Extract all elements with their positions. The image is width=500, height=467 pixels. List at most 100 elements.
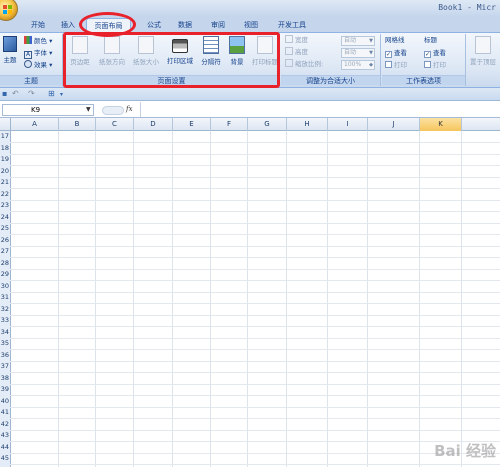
row-header-27[interactable]: 27 (0, 247, 10, 256)
column-header-i[interactable]: I (328, 118, 368, 131)
orientation-button[interactable]: 纸张方向 (96, 36, 128, 66)
headings-heading: 标题 (424, 36, 437, 44)
gridlines-view-checkbox[interactable]: ✓ 查看 (385, 48, 407, 59)
row-gridline (10, 211, 500, 212)
colors-button[interactable]: 颜色 ▾ (24, 36, 52, 47)
row-gridline (10, 280, 500, 281)
column-header-c[interactable]: C (96, 118, 134, 131)
sheet-options-group: 网格线 标题 ✓ 查看 ✓ 查看 打印 打印 工作表选项 (382, 34, 466, 86)
redo-icon[interactable]: ↷ (28, 89, 35, 98)
worksheet-grid[interactable]: ABCDEFGHIJK Bai 经验 17 18 19 20 21 22 23 24 25 26 2… (0, 118, 500, 467)
row-header-43[interactable]: 43 (0, 431, 10, 440)
row-header-42[interactable]: 42 (0, 419, 10, 429)
themes-icon (3, 36, 17, 52)
row-header-30[interactable]: 30 (0, 281, 10, 291)
margins-button[interactable]: 页边距 (66, 36, 94, 66)
row-header-28[interactable]: 28 (0, 258, 10, 268)
row-header-24[interactable]: 24 (0, 212, 10, 222)
breaks-button[interactable]: 分隔符 (197, 36, 225, 66)
row-gridline (10, 176, 500, 178)
row-gridline (10, 395, 500, 396)
name-box-dropdown-icon[interactable]: ▼ (86, 106, 91, 113)
window-title: Book1 - Micr (438, 3, 496, 12)
checkbox-icon (424, 61, 431, 68)
tab-data[interactable]: 数据 (173, 18, 197, 33)
orientation-label: 纸张方向 (99, 58, 125, 66)
breaks-label: 分隔符 (201, 58, 221, 66)
row-header-41[interactable]: 41 (0, 408, 10, 417)
undo-icon[interactable]: ↶ (12, 89, 19, 98)
row-header-45[interactable]: 45 (0, 454, 10, 463)
effects-button[interactable]: 效果 ▾ (24, 60, 52, 71)
row-header-29[interactable]: 29 (0, 270, 10, 279)
row-header-39[interactable]: 39 (0, 385, 10, 394)
row-header-18[interactable]: 18 (0, 143, 10, 153)
row-header-20[interactable]: 20 (0, 166, 10, 176)
row-header-32[interactable]: 32 (0, 304, 10, 314)
tab-insert[interactable]: 插入 (56, 18, 80, 33)
row-header-35[interactable]: 35 (0, 339, 10, 348)
size-button[interactable]: 纸张大小 (130, 36, 162, 66)
column-header-f[interactable]: F (211, 118, 248, 131)
row-header-22[interactable]: 22 (0, 189, 10, 199)
row-header-36[interactable]: 36 (0, 350, 10, 360)
column-header-a[interactable]: A (11, 118, 59, 131)
row-header-38[interactable]: 38 (0, 373, 10, 383)
formula-input[interactable] (140, 102, 500, 117)
headings-print-checkbox[interactable]: 打印 (424, 60, 446, 71)
tab-home[interactable]: 开始 (26, 18, 50, 33)
column-header-d[interactable]: D (134, 118, 173, 131)
chevron-down-icon: ▼ (369, 50, 373, 56)
tab-formulas[interactable]: 公式 (142, 18, 166, 33)
width-select[interactable]: 自动 ▼ (341, 36, 375, 46)
row-header-17[interactable]: 17 (0, 132, 10, 141)
row-gridline (10, 291, 500, 293)
row-header-31[interactable]: 31 (0, 293, 10, 302)
row-header-25[interactable]: 25 (0, 224, 10, 233)
themes-button[interactable]: 主题 (0, 36, 20, 64)
fonts-button[interactable]: A 字体 ▾ (24, 48, 52, 59)
row-gridline (10, 222, 500, 224)
qat-customize-icon[interactable]: ▾ (60, 91, 63, 98)
tab-view[interactable]: 视图 (239, 18, 263, 33)
print-area-button[interactable]: 打印区域 (164, 36, 196, 65)
column-header-j[interactable]: J (368, 118, 420, 131)
print-titles-button[interactable]: 打印标题 (250, 36, 280, 66)
insert-function-button[interactable]: fx (126, 105, 133, 113)
print-titles-icon (257, 36, 273, 54)
height-select[interactable]: 自动 ▼ (341, 48, 375, 58)
background-image-icon (229, 36, 245, 54)
headings-view-checkbox[interactable]: ✓ 查看 (424, 48, 446, 59)
name-box[interactable]: K9 (2, 104, 94, 116)
column-header-g[interactable]: G (248, 118, 287, 131)
tab-review[interactable]: 审阅 (206, 18, 230, 33)
column-header-b[interactable]: B (59, 118, 96, 131)
scale-row: 缩放比例: (285, 59, 323, 70)
row-header-34[interactable]: 34 (0, 327, 10, 337)
row-gridline (10, 245, 500, 247)
background-button[interactable]: 背景 (225, 36, 249, 66)
bring-to-front-button[interactable]: 置于顶层 (468, 36, 498, 66)
row-header-40[interactable]: 40 (0, 396, 10, 406)
checkmark-icon: ✓ (385, 51, 392, 58)
row-header-23[interactable]: 23 (0, 201, 10, 210)
width-value: 自动 (344, 37, 357, 44)
row-header-44[interactable]: 44 (0, 442, 10, 452)
row-header-37[interactable]: 37 (0, 362, 10, 371)
scale-spinner[interactable]: 100% ◆ (341, 60, 375, 70)
row-header-19[interactable]: 19 (0, 155, 10, 164)
gridlines-print-checkbox[interactable]: 打印 (385, 60, 407, 71)
select-all-button[interactable] (0, 118, 11, 131)
column-header-k[interactable]: K (420, 118, 462, 131)
scale-to-fit-group-label: 调整为合适大小 (281, 75, 380, 85)
row-header-21[interactable]: 21 (0, 178, 10, 187)
save-icon[interactable]: ▪ (2, 89, 7, 98)
column-gridline (419, 131, 420, 467)
row-header-33[interactable]: 33 (0, 316, 10, 325)
tab-page-layout[interactable]: 页面布局 (86, 18, 131, 34)
tab-developer[interactable]: 开发工具 (272, 18, 312, 33)
column-header-h[interactable]: H (287, 118, 328, 131)
table-icon[interactable]: ⊞ (48, 89, 55, 98)
column-header-e[interactable]: E (173, 118, 211, 131)
row-header-26[interactable]: 26 (0, 235, 10, 245)
